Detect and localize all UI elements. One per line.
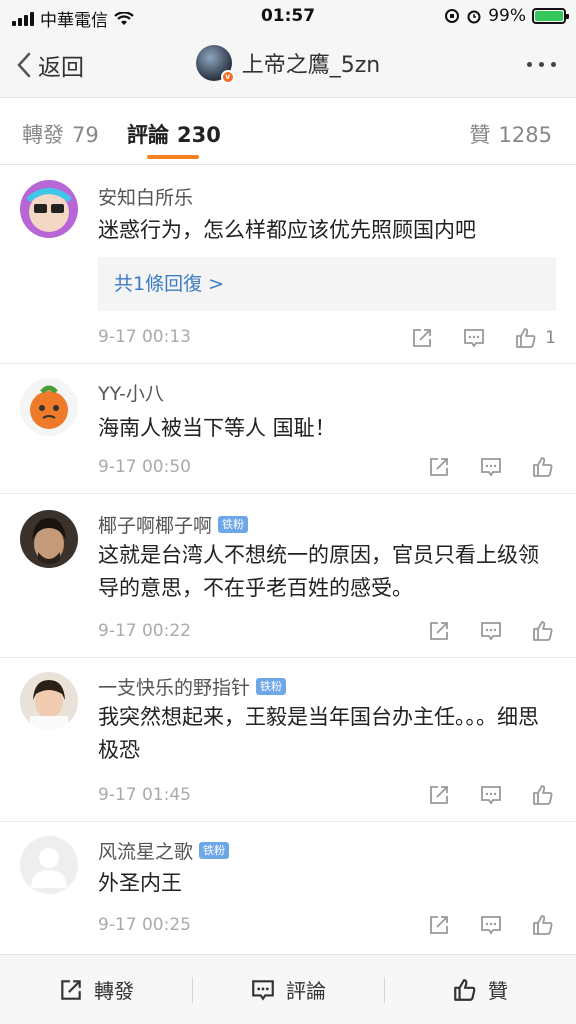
page-title: 上帝之鷹_5zn bbox=[241, 53, 381, 78]
tab-label: 評論 bbox=[127, 123, 169, 147]
comment-username[interactable]: 风流星之歌 铁粉 bbox=[98, 837, 230, 864]
repost-icon bbox=[61, 979, 81, 1000]
more-options-button[interactable] bbox=[527, 62, 556, 67]
tab-comments[interactable]: 評論 230 bbox=[127, 119, 221, 149]
like-icon bbox=[454, 978, 476, 1001]
repost-button[interactable]: 轉發 bbox=[0, 955, 192, 1024]
comment-text: 外圣内王 bbox=[98, 871, 182, 895]
comment-username[interactable]: 安知白所乐 bbox=[98, 183, 193, 210]
tab-label: 贊 bbox=[469, 123, 491, 147]
like-icon[interactable] bbox=[530, 454, 556, 480]
avatar[interactable] bbox=[20, 378, 78, 436]
comment-button[interactable]: 評論 bbox=[192, 955, 384, 1024]
like-count: 1 bbox=[545, 328, 556, 348]
avatar[interactable] bbox=[20, 180, 78, 238]
like-button[interactable]: 贊 bbox=[384, 955, 576, 1024]
tab-bar: 轉發 79 評論 230 贊 1285 bbox=[0, 98, 576, 165]
tab-count: 230 bbox=[177, 123, 221, 147]
comment-list: 安知白所乐 迷惑行为，怎么样都应该优先照顾国内吧 共1條回復 > 9-17 00… bbox=[0, 166, 576, 954]
comment-text: 海南人被当下等人 国耻！ bbox=[98, 416, 336, 440]
comment-icon[interactable] bbox=[461, 325, 487, 351]
tab-count: 79 bbox=[72, 123, 99, 147]
comment-text: 这就是台湾人不想统一的原因，官员只看上级领导的意思，不在乎老百姓的感受。 bbox=[98, 543, 539, 600]
comment-icon[interactable] bbox=[478, 618, 504, 644]
comment-item: 风流星之歌 铁粉 外圣内王 9-17 00:25 bbox=[0, 822, 576, 954]
comment-label: 評論 bbox=[286, 979, 326, 1003]
tab-likes[interactable]: 贊 1285 bbox=[470, 119, 552, 149]
comment-username[interactable]: YY-小八 bbox=[98, 379, 164, 406]
fan-badge: 铁粉 bbox=[256, 678, 287, 695]
comment-time: 9-17 00:50 bbox=[98, 457, 191, 477]
active-tab-indicator bbox=[147, 155, 199, 159]
comment-username[interactable]: 椰子啊椰子啊 铁粉 bbox=[98, 511, 249, 538]
comment-time: 9-17 00:25 bbox=[98, 915, 191, 935]
nav-bar: 返回 v 上帝之鷹_5zn bbox=[0, 34, 576, 98]
repost-icon[interactable] bbox=[426, 912, 452, 938]
comment-icon[interactable] bbox=[478, 912, 504, 938]
repost-icon[interactable] bbox=[426, 454, 452, 480]
username-text: 安知白所乐 bbox=[98, 187, 194, 209]
comment-icon[interactable] bbox=[478, 454, 504, 480]
like-label: 贊 bbox=[488, 979, 508, 1003]
like-icon[interactable] bbox=[530, 782, 556, 808]
repost-icon[interactable] bbox=[426, 618, 452, 644]
comment-item: 安知白所乐 迷惑行为，怎么样都应该优先照顾国内吧 共1條回復 > 9-17 00… bbox=[0, 166, 576, 364]
battery-icon bbox=[532, 8, 569, 24]
comment-time: 9-17 01:45 bbox=[98, 785, 191, 805]
status-bar: 中華電信 01:57 99% bbox=[0, 0, 576, 34]
view-replies-button[interactable]: 共1條回復 > bbox=[98, 257, 556, 311]
author-avatar[interactable]: v bbox=[195, 45, 235, 84]
repost-icon[interactable] bbox=[426, 782, 452, 808]
repost-icon[interactable] bbox=[409, 325, 435, 351]
avatar[interactable] bbox=[20, 836, 78, 894]
username-text: YY-小八 bbox=[98, 383, 164, 405]
comment-text: 迷惑行为，怎么样都应该优先照顾国内吧 bbox=[98, 218, 476, 242]
comment-icon[interactable] bbox=[478, 782, 504, 808]
tab-count: 1285 bbox=[498, 123, 552, 147]
comment-username[interactable]: 一支快乐的野指针 铁粉 bbox=[98, 673, 287, 700]
username-text: 风流星之歌 bbox=[98, 841, 194, 863]
comment-time: 9-17 00:13 bbox=[98, 327, 191, 347]
battery-percent: 99% bbox=[488, 6, 526, 26]
avatar[interactable] bbox=[20, 672, 78, 730]
avatar[interactable] bbox=[20, 510, 78, 568]
bottom-action-bar: 轉發 評論 贊 bbox=[0, 954, 576, 1024]
comment-item: YY-小八 海南人被当下等人 国耻！ 9-17 00:50 bbox=[0, 364, 576, 494]
tab-label: 轉發 bbox=[22, 123, 64, 147]
verified-icon: v bbox=[220, 70, 235, 84]
like-icon[interactable] bbox=[530, 912, 556, 938]
like-icon[interactable] bbox=[513, 325, 539, 351]
orientation-lock-icon bbox=[445, 9, 460, 23]
fan-badge: 铁粉 bbox=[218, 516, 249, 533]
comment-text: 我突然想起来，王毅是当年国台办主任。。。细思极恐 bbox=[98, 705, 539, 762]
username-text: 椰子啊椰子啊 bbox=[98, 515, 213, 537]
comment-icon bbox=[252, 979, 274, 1001]
alarm-icon bbox=[467, 10, 481, 24]
comment-time: 9-17 00:22 bbox=[98, 621, 191, 641]
repost-label: 轉發 bbox=[94, 979, 134, 1003]
fan-badge: 铁粉 bbox=[199, 842, 230, 859]
comment-item: 一支快乐的野指针 铁粉 我突然想起来，王毅是当年国台办主任。。。细思极恐 9-1… bbox=[0, 658, 576, 822]
like-icon[interactable] bbox=[530, 618, 556, 644]
username-text: 一支快乐的野指针 bbox=[98, 677, 251, 699]
comment-item: 椰子啊椰子啊 铁粉 这就是台湾人不想统一的原因，官员只看上级领导的意思，不在乎老… bbox=[0, 494, 576, 658]
tab-reposts[interactable]: 轉發 79 bbox=[22, 119, 99, 149]
